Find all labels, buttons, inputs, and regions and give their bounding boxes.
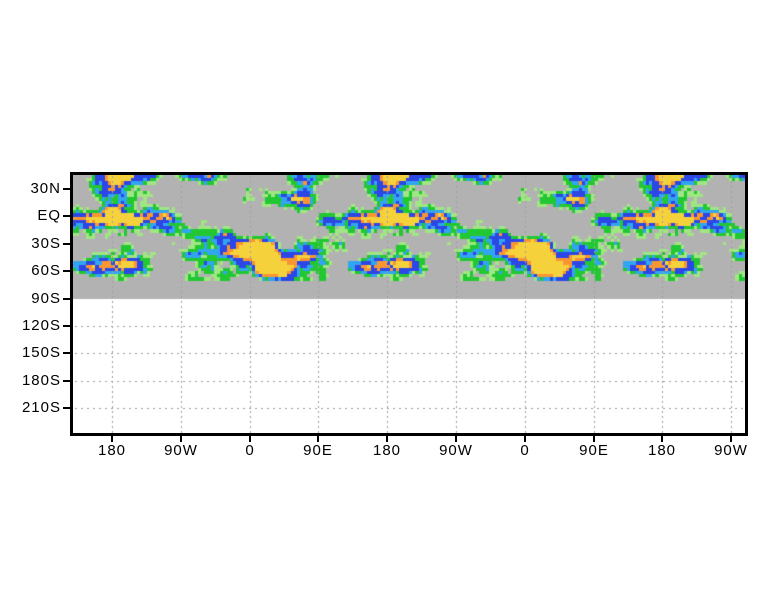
x-axis-tick-mark: [730, 436, 732, 442]
y-axis-tick-mark: [63, 270, 70, 272]
y-axis-tick-label: 60S: [31, 262, 61, 279]
y-axis-tick-mark: [63, 380, 70, 382]
x-axis-tick-label: 180: [372, 442, 402, 459]
y-axis-tick-label: 210S: [21, 399, 61, 416]
y-axis-tick-label: EQ: [37, 207, 61, 224]
x-axis-tick-mark: [593, 436, 595, 442]
x-axis-tick-label: 180: [97, 442, 127, 459]
y-axis-tick-mark: [63, 352, 70, 354]
x-axis-tick-mark: [455, 436, 457, 442]
y-axis-tick-mark: [63, 325, 70, 327]
grads-plot-window: 30N EQ 30S 60S 90S 120S 150S 180S 210S 180 90W 0 90…: [0, 0, 784, 612]
x-axis-tick-label: 180: [647, 442, 677, 459]
x-axis-tick-mark: [386, 436, 388, 442]
x-axis-tick-mark: [524, 436, 526, 442]
y-axis-tick-label: 30N: [30, 180, 61, 197]
y-axis-tick-label: 90S: [31, 290, 61, 307]
x-axis-tick-mark: [317, 436, 319, 442]
y-axis-tick-mark: [63, 243, 70, 245]
x-axis-tick-mark: [180, 436, 182, 442]
x-axis-tick-mark: [249, 436, 251, 442]
x-axis-tick-label: 90E: [303, 442, 333, 459]
x-axis-tick-label: 90W: [164, 442, 198, 459]
y-axis-tick-mark: [63, 298, 70, 300]
plot-frame: [70, 172, 748, 436]
x-axis-tick-mark: [111, 436, 113, 442]
y-axis-tick-mark: [63, 215, 70, 217]
x-axis-tick-label: 0: [520, 442, 530, 459]
y-axis-tick-mark: [63, 188, 70, 190]
x-axis-tick-label: 90W: [714, 442, 748, 459]
y-axis-tick-label: 120S: [21, 317, 61, 334]
y-axis-tick-label: 180S: [21, 372, 61, 389]
x-axis-tick-label: 90E: [579, 442, 609, 459]
y-axis-tick-label: 30S: [31, 235, 61, 252]
x-axis-tick-label: 90W: [439, 442, 473, 459]
y-axis-tick-label: 150S: [21, 344, 61, 361]
y-axis-tick-mark: [63, 407, 70, 409]
x-axis-tick-label: 0: [245, 442, 255, 459]
x-axis-tick-mark: [661, 436, 663, 442]
